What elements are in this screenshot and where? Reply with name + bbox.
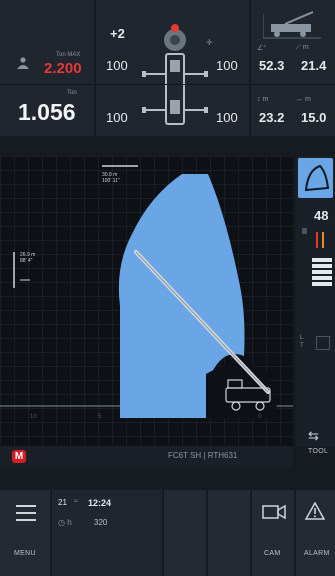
top-height-marker: 30.8 m 100' 11": [102, 172, 120, 184]
level-indicator: +2: [110, 26, 125, 41]
ton-label: Ton: [67, 90, 77, 96]
camera-icon: [262, 504, 286, 525]
ton-max-value: 2.200: [44, 60, 82, 77]
swap-arrows-icon: ⇆: [308, 428, 319, 443]
hamburger-icon: [14, 504, 36, 527]
status-panel: 21 ≈ 12:24 ◷ h 320: [52, 490, 162, 576]
boom-height-value: 23.2: [259, 110, 285, 125]
tool-label: TOOL: [308, 448, 329, 455]
tool-button[interactable]: ⇆ TOOL: [296, 424, 335, 464]
stabilizer-top-right-icon: ✛: [206, 38, 213, 47]
model-text: FC6T SH | RTH631: [168, 451, 238, 460]
ton-value: 1.056: [18, 99, 76, 125]
hour-meter-value: 320: [94, 518, 108, 527]
svg-text:10: 10: [30, 414, 37, 420]
left-radius-marker: 26.9 m 88' 4": [20, 252, 36, 264]
signal-icon: ≈: [74, 498, 78, 505]
boom-angle-value: 52.3: [259, 58, 285, 73]
load-percent: 48: [314, 208, 329, 223]
cam-button[interactable]: CAM: [252, 490, 294, 576]
radius-icon: ↔ m: [296, 96, 311, 103]
stab-right-top: 100: [216, 58, 238, 73]
brand-logo-bottom: M: [12, 450, 26, 463]
boom-panel: ∠° ⟋ m 52.3 21.4 ↕ m ↔ m 23.2 15.0: [251, 0, 335, 136]
model-strip: M FC6T SH | RTH631: [0, 446, 293, 468]
hook-icon: [316, 336, 330, 350]
empty-slot-2[interactable]: [208, 490, 250, 576]
right-strip: 48 LT ⇆ TOOL: [296, 156, 335, 455]
stab-right-bottom: 100: [216, 110, 238, 125]
ton-max-label: Ton MAX: [56, 52, 81, 58]
lt-indicator: LT: [300, 335, 304, 349]
envelope-shape-icon: [304, 164, 330, 192]
boom-radius-value: 15.0: [301, 110, 327, 125]
cam-label: CAM: [264, 550, 281, 557]
crane-truck-icon: [262, 10, 323, 45]
menu-label: MENU: [14, 550, 36, 557]
envelope-view-button[interactable]: [298, 158, 333, 198]
stab-left-bottom: 100: [106, 110, 128, 125]
operator-icon: [16, 56, 30, 74]
height-icon: ↕ m: [257, 96, 269, 103]
angle-icon: ∠°: [257, 45, 267, 52]
status-number: 21: [58, 498, 67, 507]
menu-button[interactable]: MENU: [0, 490, 50, 576]
stab-left-top: 100: [106, 58, 128, 73]
clock-time: 12:24: [88, 498, 112, 508]
boom-length-value: 21.4: [301, 58, 327, 73]
load-bars: [302, 228, 332, 303]
length-icon: ⟋ m: [296, 44, 309, 51]
chassis-topview-icon: [140, 14, 210, 139]
empty-slot-1[interactable]: [164, 490, 206, 576]
work-area-diagram: 10 5 0: [0, 156, 293, 446]
alarm-label: ALARM: [304, 550, 330, 557]
load-panel: Ton MAX 2.200 Ton 1.056: [0, 0, 94, 136]
work-area-view[interactable]: 10 5 0 30.8 m 100' 11" 26.9 m 88' 4": [0, 156, 293, 446]
hour-meter-icon: ◷ h: [58, 518, 72, 527]
warning-icon: [304, 501, 326, 525]
alarm-button[interactable]: ALARM: [296, 490, 335, 576]
stabilizer-panel: +2 ✛ 100 100 100 100: [96, 0, 249, 136]
